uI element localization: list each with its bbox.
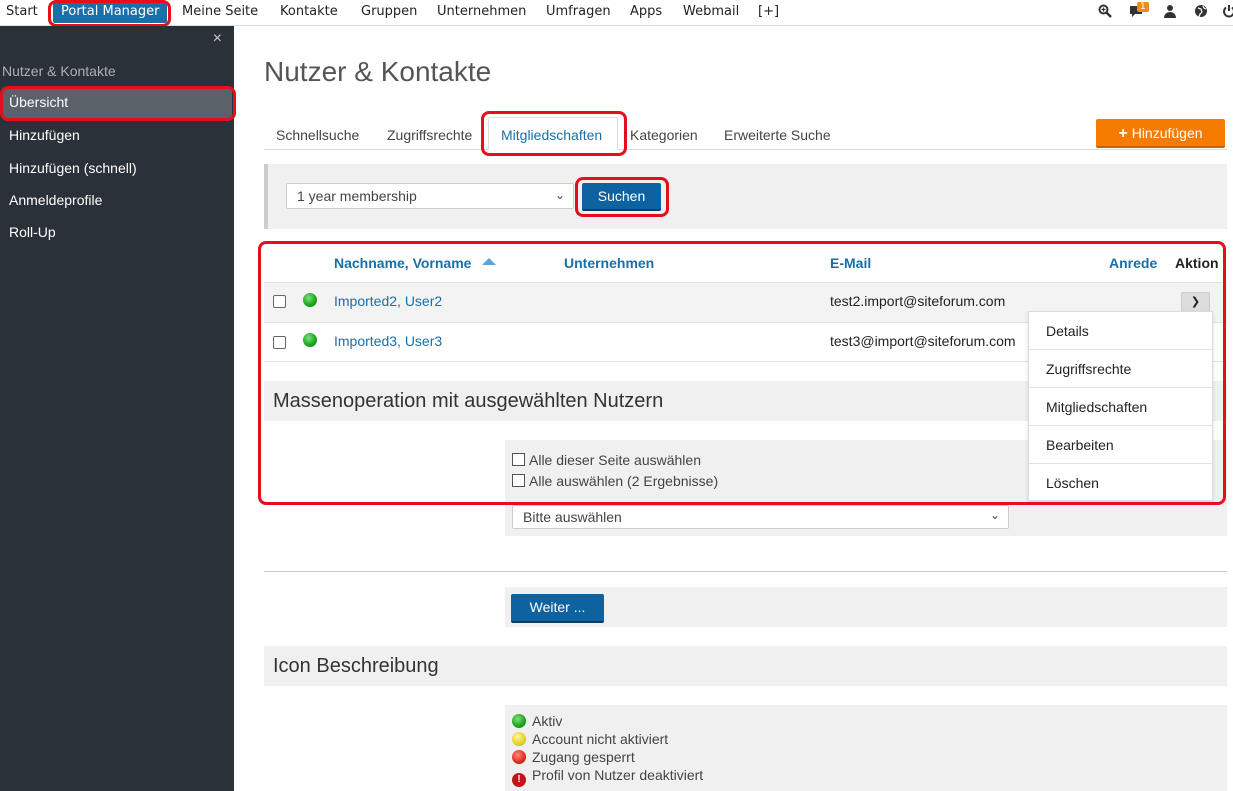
plus-icon: + <box>1118 125 1128 142</box>
next-button[interactable]: Weiter ... <box>511 594 604 623</box>
chevron-down-icon: ⌄ <box>989 508 1000 522</box>
status-active-icon <box>512 714 526 728</box>
select-page-option[interactable]: Alle dieser Seite auswählen <box>512 452 701 468</box>
status-active-icon <box>303 333 317 347</box>
select-page-label: Alle dieser Seite auswählen <box>529 452 701 468</box>
menu-item-details[interactable]: Details <box>1029 312 1212 350</box>
select-all-option[interactable]: Alle auswählen (2 Ergebnisse) <box>512 473 718 489</box>
power-icon[interactable] <box>1221 4 1233 20</box>
nav-umfragen[interactable]: Umfragen <box>546 4 611 19</box>
page-title: Nutzer & Kontakte <box>264 56 492 87</box>
chevron-down-icon: ⌄ <box>554 188 565 202</box>
tab-kategorien[interactable]: Kategorien <box>630 127 698 143</box>
legend-item: ! Profil von Nutzer deaktiviert <box>512 767 703 787</box>
menu-item-zugriffsrechte[interactable]: Zugriffsrechte <box>1029 350 1212 388</box>
sort-asc-icon[interactable] <box>482 258 496 265</box>
search-icon[interactable] <box>1097 4 1113 20</box>
next-panel <box>505 587 1227 627</box>
status-blocked-icon <box>512 750 526 764</box>
nav-add-more[interactable]: [+] <box>758 4 779 19</box>
sidebar: × Nutzer & Kontakte Übersicht Hinzufügen… <box>0 26 234 791</box>
legend-heading: Icon Beschreibung <box>264 646 1227 686</box>
close-icon[interactable]: × <box>213 30 222 48</box>
column-header-salutation[interactable]: Anrede <box>1109 255 1157 271</box>
legend-item: Zugang gesperrt <box>512 749 635 765</box>
tab-divider <box>264 149 1227 150</box>
user-email: test2.import@siteforum.com <box>830 293 1006 309</box>
menu-item-loeschen[interactable]: Löschen <box>1029 464 1212 502</box>
user-name-link[interactable]: Imported2, User2 <box>334 293 442 309</box>
select-all-checkbox[interactable] <box>512 474 525 487</box>
user-name-link[interactable]: Imported3, User3 <box>334 333 442 349</box>
tab-schnellsuche[interactable]: Schnellsuche <box>276 127 359 143</box>
user-email: test3@import@siteforum.com <box>830 333 1016 349</box>
status-not-activated-icon <box>512 732 526 746</box>
sidebar-title: Nutzer & Kontakte <box>2 63 116 79</box>
status-deactivated-icon: ! <box>512 773 526 787</box>
sidebar-item-anmeldeprofile[interactable]: Anmeldeprofile <box>9 192 102 208</box>
tab-zugriffsrechte[interactable]: Zugriffsrechte <box>387 127 472 143</box>
legend-label: Account nicht aktiviert <box>532 731 669 747</box>
sidebar-item-hinzufuegen-schnell[interactable]: Hinzufügen (schnell) <box>9 160 137 176</box>
search-button[interactable]: Suchen <box>582 183 661 211</box>
row-checkbox[interactable] <box>273 295 286 308</box>
globe-icon[interactable] <box>1193 4 1209 20</box>
nav-meine-seite[interactable]: Meine Seite <box>182 4 258 19</box>
notification-badge: 1 <box>1137 2 1149 12</box>
user-icon[interactable] <box>1162 4 1178 20</box>
legend-label: Zugang gesperrt <box>532 749 635 765</box>
chevron-down-icon: ❯ <box>1190 296 1201 308</box>
nav-start[interactable]: Start <box>6 4 38 19</box>
top-navigation: Start Portal Manager Meine Seite Kontakt… <box>0 0 1233 26</box>
membership-select-value: 1 year membership <box>297 188 417 204</box>
membership-select[interactable]: 1 year membership ⌄ <box>286 183 574 209</box>
action-menu: Details Zugriffsrechte Mitgliedschaften … <box>1028 311 1213 501</box>
legend-label: Profil von Nutzer deaktiviert <box>532 767 704 783</box>
operation-select[interactable]: Bitte auswählen ⌄ <box>512 505 1009 529</box>
select-all-label: Alle auswählen (2 Ergebnisse) <box>529 473 719 489</box>
action-dropdown-button[interactable]: ❯ <box>1181 292 1210 312</box>
legend-label: Aktiv <box>532 713 563 729</box>
nav-apps[interactable]: Apps <box>630 4 662 19</box>
row-checkbox[interactable] <box>273 336 286 349</box>
column-header-email[interactable]: E-Mail <box>830 255 871 271</box>
nav-webmail[interactable]: Webmail <box>683 4 739 19</box>
menu-item-bearbeiten[interactable]: Bearbeiten <box>1029 426 1212 464</box>
sidebar-item-uebersicht[interactable]: Übersicht <box>2 88 232 118</box>
select-page-checkbox[interactable] <box>512 453 525 466</box>
status-active-icon <box>303 293 317 307</box>
nav-unternehmen[interactable]: Unternehmen <box>437 4 526 19</box>
sidebar-item-hinzufuegen[interactable]: Hinzufügen <box>9 127 80 143</box>
add-button[interactable]: + Hinzufügen <box>1096 119 1225 148</box>
nav-portal-manager[interactable]: Portal Manager <box>53 2 168 23</box>
nav-kontakte[interactable]: Kontakte <box>280 4 338 19</box>
add-button-label: Hinzufügen <box>1131 125 1203 141</box>
operation-select-value: Bitte auswählen <box>523 509 622 525</box>
legend-item: Account nicht aktiviert <box>512 731 668 747</box>
tab-erweiterte-suche[interactable]: Erweiterte Suche <box>724 127 831 143</box>
column-header-action: Aktion <box>1175 255 1219 271</box>
column-header-name[interactable]: Nachname, Vorname <box>334 255 471 271</box>
column-header-company[interactable]: Unternehmen <box>564 255 654 271</box>
divider <box>264 571 1227 572</box>
legend-item: Aktiv <box>512 713 562 729</box>
tab-mitgliedschaften[interactable]: Mitgliedschaften <box>501 127 602 143</box>
menu-item-mitgliedschaften[interactable]: Mitgliedschaften <box>1029 388 1212 426</box>
nav-gruppen[interactable]: Gruppen <box>361 4 417 19</box>
sidebar-item-roll-up[interactable]: Roll-Up <box>9 224 56 240</box>
